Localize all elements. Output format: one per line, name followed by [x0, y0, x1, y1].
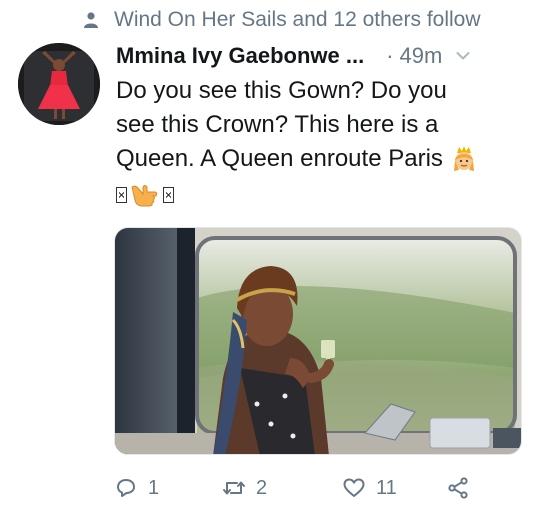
heart-icon — [343, 478, 365, 497]
retweet-count: 2 — [256, 476, 268, 499]
share-button[interactable] — [446, 476, 480, 500]
timestamp[interactable]: 49m — [400, 43, 443, 69]
tweet-media-image[interactable] — [114, 227, 522, 455]
tweet-header: Mmina Ivy Gaebonwe ... · 49m — [116, 42, 526, 70]
retweet-button[interactable]: 2 — [222, 476, 342, 500]
avatar[interactable] — [18, 43, 100, 125]
reply-count: 1 — [148, 476, 160, 499]
reply-icon — [117, 479, 135, 497]
like-count: 11 — [376, 476, 397, 499]
avatar-photo — [18, 43, 100, 125]
tweet-actions: 1 2 11 — [114, 472, 524, 504]
train-window-photo — [115, 228, 521, 454]
chevron-down-icon[interactable] — [456, 51, 470, 61]
retweet-icon — [223, 481, 245, 495]
social-context-text: Wind On Her Sails and 12 others follow — [114, 8, 481, 31]
person-icon — [84, 12, 98, 28]
social-context[interactable]: Wind On Her Sails and 12 others follow — [82, 6, 481, 34]
display-name[interactable]: Mmina Ivy Gaebonwe ... — [116, 43, 364, 69]
pointing-hand-emoji — [131, 185, 158, 207]
missing-glyph — [163, 187, 174, 203]
emoji-line — [116, 178, 516, 212]
share-icon — [448, 477, 468, 499]
missing-glyph — [116, 187, 127, 203]
tweet-text-line: Queen. A Queen enroute Paris — [116, 145, 443, 172]
princess-emoji — [453, 146, 474, 171]
tweet-text-line: Do you see this Gown? Do you — [116, 77, 447, 104]
reply-button[interactable]: 1 — [114, 476, 222, 500]
tweet-text-line: see this Crown? This here is a — [116, 111, 439, 138]
separator-dot: · — [386, 43, 394, 68]
like-button[interactable]: 11 — [342, 476, 446, 500]
tweet-text: Do you see this Gown? Do you see this Cr… — [116, 74, 516, 212]
